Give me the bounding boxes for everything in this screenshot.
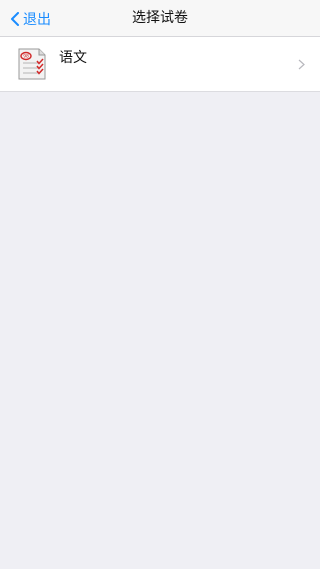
list-item-label: 语文: [59, 50, 87, 66]
exam-list: 98 语文: [0, 37, 320, 92]
chevron-left-icon: [11, 11, 19, 26]
navigation-bar: 退出 选择试卷: [0, 0, 320, 37]
list-item-chinese[interactable]: 98 语文: [0, 37, 320, 91]
svg-text:98: 98: [23, 54, 29, 60]
exam-paper-icon: 98: [18, 48, 46, 80]
back-button-label: 退出: [23, 11, 51, 28]
chevron-right-icon: [298, 59, 305, 70]
back-button[interactable]: 退出: [10, 0, 51, 37]
